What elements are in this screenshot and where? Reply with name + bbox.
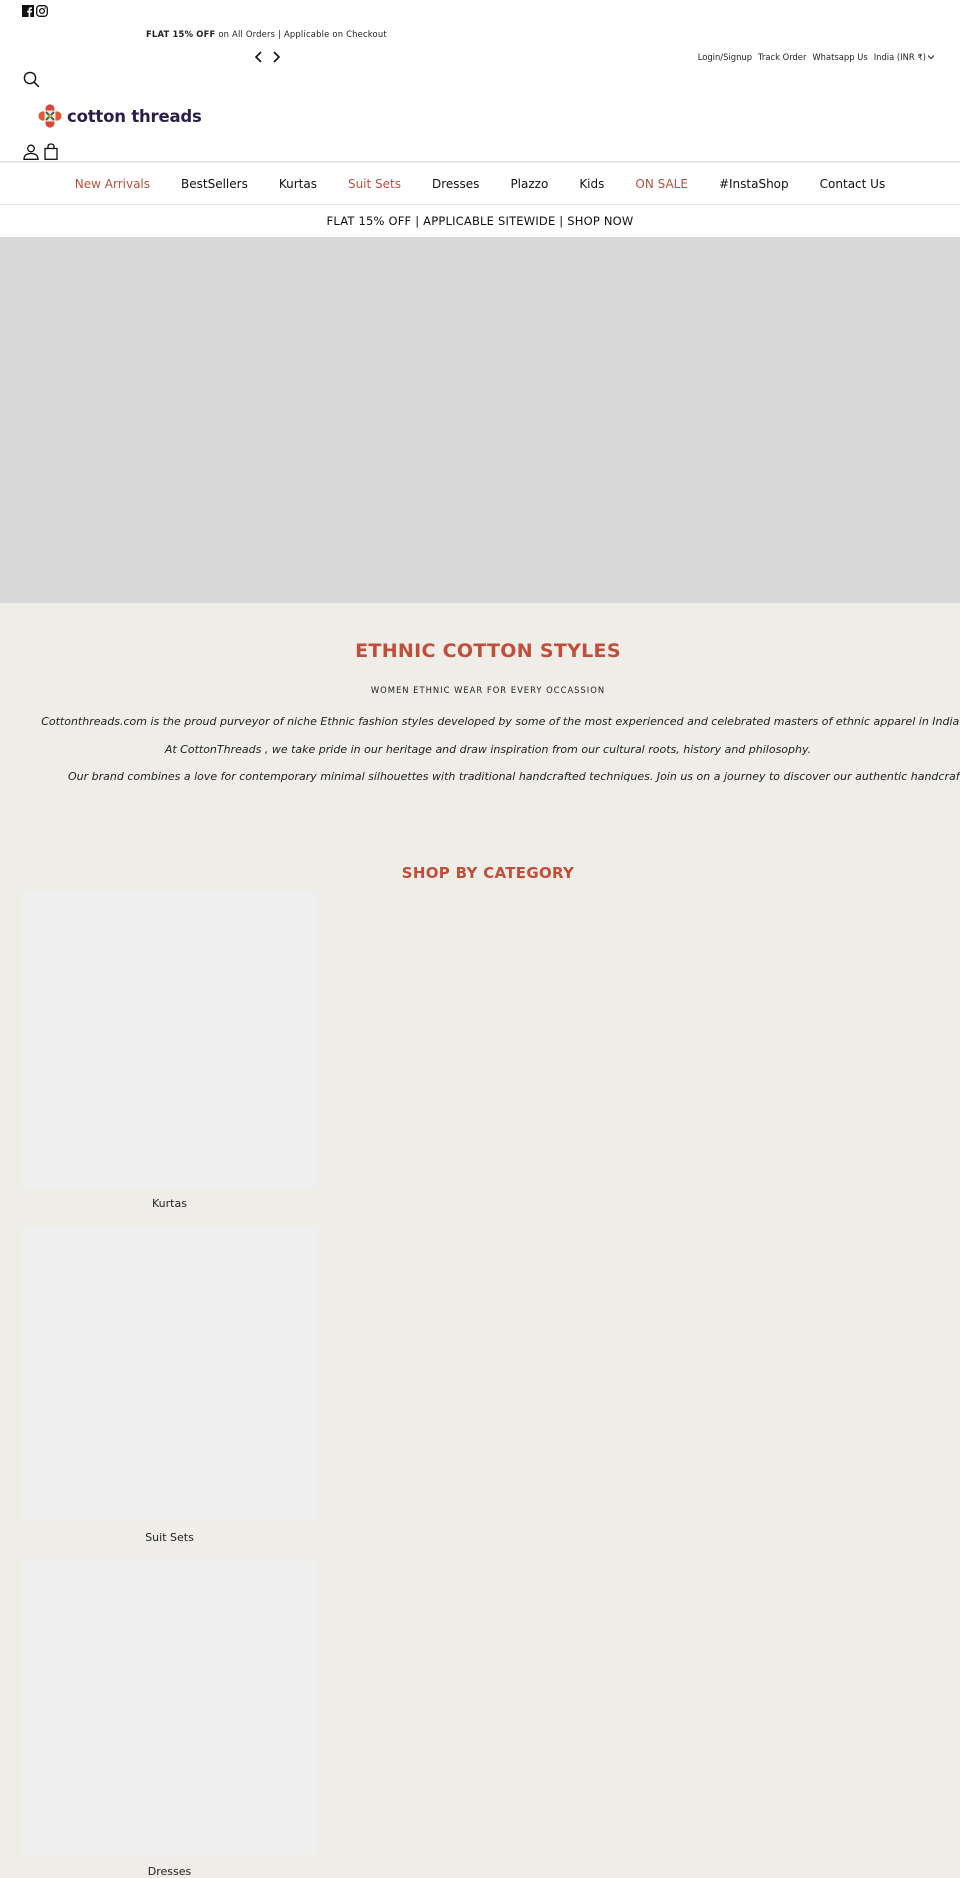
category-label[interactable]: Suit Sets xyxy=(22,1531,317,1544)
announcement-controls xyxy=(254,48,281,63)
currency-label: India (INR ₹) xyxy=(873,52,926,62)
category-image[interactable] xyxy=(22,1227,317,1521)
logo-text: cotton threads xyxy=(67,106,202,126)
nav-bestsellers[interactable]: BestSellers xyxy=(181,177,248,191)
nav-contact-us[interactable]: Contact Us xyxy=(820,177,886,191)
track-order-link[interactable]: Track Order xyxy=(758,52,806,62)
intro-title: ETHNIC COTTON STYLES xyxy=(355,640,621,662)
category-card-suit-sets[interactable]: Suit Sets xyxy=(22,1227,317,1544)
logo-mark-icon xyxy=(38,104,62,128)
category-image[interactable] xyxy=(22,1561,317,1855)
site-header: FLAT 15% OFF on All Orders | Applicable … xyxy=(0,0,960,162)
nav-on-sale[interactable]: ON SALE xyxy=(635,177,688,191)
category-image[interactable] xyxy=(22,893,317,1187)
promo-bar[interactable]: FLAT 15% OFF | APPLICABLE SITEWIDE | SHO… xyxy=(0,205,960,237)
facebook-icon[interactable] xyxy=(22,5,34,17)
search-icon[interactable] xyxy=(23,71,40,92)
nav-plazzo[interactable]: Plazzo xyxy=(510,177,548,191)
nav-suit-sets[interactable]: Suit Sets xyxy=(348,177,401,191)
announcement-bold: FLAT 15% OFF xyxy=(146,29,216,39)
nav-dresses[interactable]: Dresses xyxy=(432,177,479,191)
site-logo[interactable]: cotton threads xyxy=(38,104,202,128)
intro-paragraph: At CottonThreads , we take pride in our … xyxy=(164,743,812,756)
utility-links: Login/Signup Track Order Whatsapp Us Ind… xyxy=(698,52,935,62)
main-navigation: New Arrivals BestSellers Kurtas Suit Set… xyxy=(0,163,960,205)
chevron-down-icon xyxy=(927,55,935,60)
intro-paragraph: Our brand combines a love for contempora… xyxy=(68,770,960,783)
cart-bag-icon[interactable] xyxy=(44,143,58,164)
currency-selector[interactable]: India (INR ₹) xyxy=(874,52,935,62)
social-links xyxy=(22,5,48,17)
announcement-text: FLAT 15% OFF on All Orders | Applicable … xyxy=(146,29,387,39)
chevron-right-icon[interactable] xyxy=(272,48,281,63)
account-icon[interactable] xyxy=(23,144,39,164)
hero-banner[interactable] xyxy=(0,237,960,603)
nav-kids[interactable]: Kids xyxy=(579,177,604,191)
category-card-dresses[interactable]: Dresses xyxy=(22,1561,317,1878)
whatsapp-link[interactable]: Whatsapp Us xyxy=(812,52,867,62)
chevron-left-icon[interactable] xyxy=(254,48,263,63)
nav-instashop[interactable]: #InstaShop xyxy=(719,177,789,191)
announcement-rest: on All Orders | Applicable on Checkout xyxy=(215,29,387,39)
category-label[interactable]: Kurtas xyxy=(22,1197,317,1210)
category-label[interactable]: Dresses xyxy=(22,1865,317,1878)
nav-kurtas[interactable]: Kurtas xyxy=(279,177,317,191)
shop-by-category-title: SHOP BY CATEGORY xyxy=(401,864,575,882)
intro-paragraph: Cottonthreads.com is the proud purveyor … xyxy=(41,715,960,728)
nav-new-arrivals[interactable]: New Arrivals xyxy=(75,177,150,191)
instagram-icon[interactable] xyxy=(36,5,48,17)
login-signup-link[interactable]: Login/Signup xyxy=(698,52,752,62)
intro-subtitle: WOMEN ETHNIC WEAR FOR EVERY OCCASSION xyxy=(370,685,606,695)
category-card-kurtas[interactable]: Kurtas xyxy=(22,893,317,1210)
